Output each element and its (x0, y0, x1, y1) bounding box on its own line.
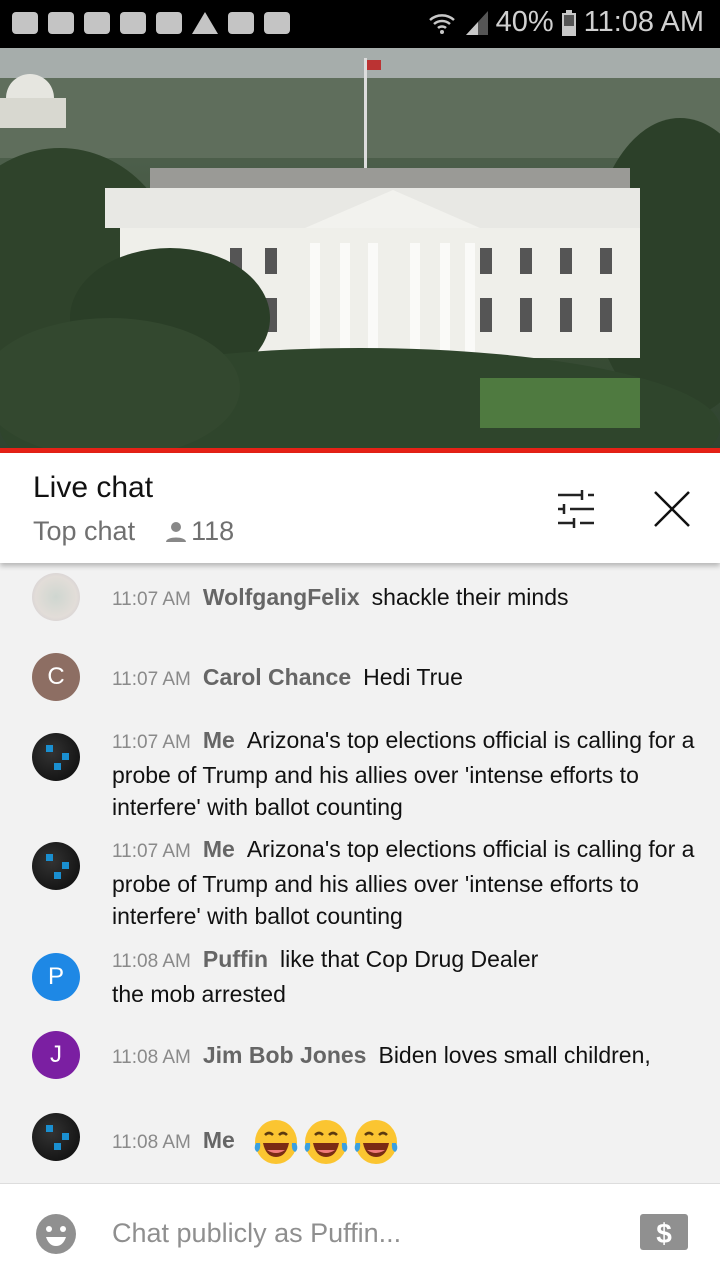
battery-percent: 40% (495, 6, 554, 38)
filter-button[interactable] (554, 487, 598, 531)
viewer-count: 118 (165, 516, 234, 547)
folder-icon (156, 12, 182, 34)
message-text: 😂😂😂 (253, 1119, 403, 1165)
message-author[interactable]: Puffin (203, 946, 268, 972)
message-time: 11:08 AM (112, 1047, 191, 1068)
avatar[interactable] (32, 573, 80, 621)
message-time: 11:07 AM (112, 669, 191, 690)
calendar-icon (264, 12, 290, 34)
svg-text:$: $ (656, 1218, 672, 1249)
video-frame (0, 48, 720, 450)
person-icon (166, 521, 187, 542)
avatar[interactable] (32, 1113, 80, 1161)
signal-icon (465, 10, 488, 35)
message-author[interactable]: Me (203, 836, 235, 862)
super-chat-dollar-icon[interactable]: $ (640, 1214, 688, 1250)
message-text: shackle their minds (371, 584, 569, 610)
avatar[interactable] (32, 733, 80, 781)
message-time: 11:08 AM (112, 1132, 191, 1154)
emoji-icon[interactable] (36, 1214, 76, 1254)
message-time: 11:07 AM (112, 732, 191, 753)
close-button[interactable] (650, 487, 694, 531)
viewer-count-value: 118 (191, 516, 235, 546)
chat-header: Live chat Top chat 118 (0, 453, 720, 563)
avatar[interactable]: P (32, 953, 80, 1001)
wifi-icon (428, 13, 455, 34)
play-icon (120, 12, 146, 34)
message-text: Biden loves small children, (378, 1042, 651, 1068)
play-icon (48, 12, 74, 34)
sliders-icon (558, 490, 594, 528)
avatar[interactable]: C (32, 653, 80, 701)
battery-icon (561, 9, 576, 36)
image-icon (228, 12, 254, 34)
message-text-value: 😂😂😂 (253, 1119, 290, 1151)
notification-icons (12, 12, 290, 34)
avatar[interactable]: J (32, 1031, 80, 1079)
warning-icon (192, 12, 218, 34)
message-time: 11:07 AM (112, 589, 191, 610)
message-author[interactable]: Me (203, 727, 235, 753)
avatar[interactable] (32, 842, 80, 890)
message-text: Hedi True (363, 664, 463, 690)
message-author[interactable]: WolfgangFelix (203, 584, 360, 610)
video-player[interactable] (0, 48, 720, 450)
message-time: 11:08 AM (112, 951, 191, 972)
chat-input-bar: Chat publicly as Puffin... $ (0, 1183, 720, 1280)
chat-mode-selector[interactable]: Top chat (33, 516, 135, 547)
message-text: Arizona's top elections official is call… (112, 727, 695, 820)
chat-title: Live chat (33, 471, 154, 504)
chat-input[interactable]: Chat publicly as Puffin... (112, 1218, 401, 1249)
message-author[interactable]: Carol Chance (203, 664, 351, 690)
message-author[interactable]: Me (203, 1127, 235, 1153)
play-icon (84, 12, 110, 34)
message-time: 11:07 AM (112, 841, 191, 862)
close-icon (654, 491, 690, 527)
chat-icon (12, 12, 38, 34)
status-bar: 40% 11:08 AM (0, 0, 720, 48)
message-text: Arizona's top elections official is call… (112, 836, 695, 929)
clock: 11:08 AM (583, 6, 704, 38)
message-author[interactable]: Jim Bob Jones (203, 1042, 367, 1068)
